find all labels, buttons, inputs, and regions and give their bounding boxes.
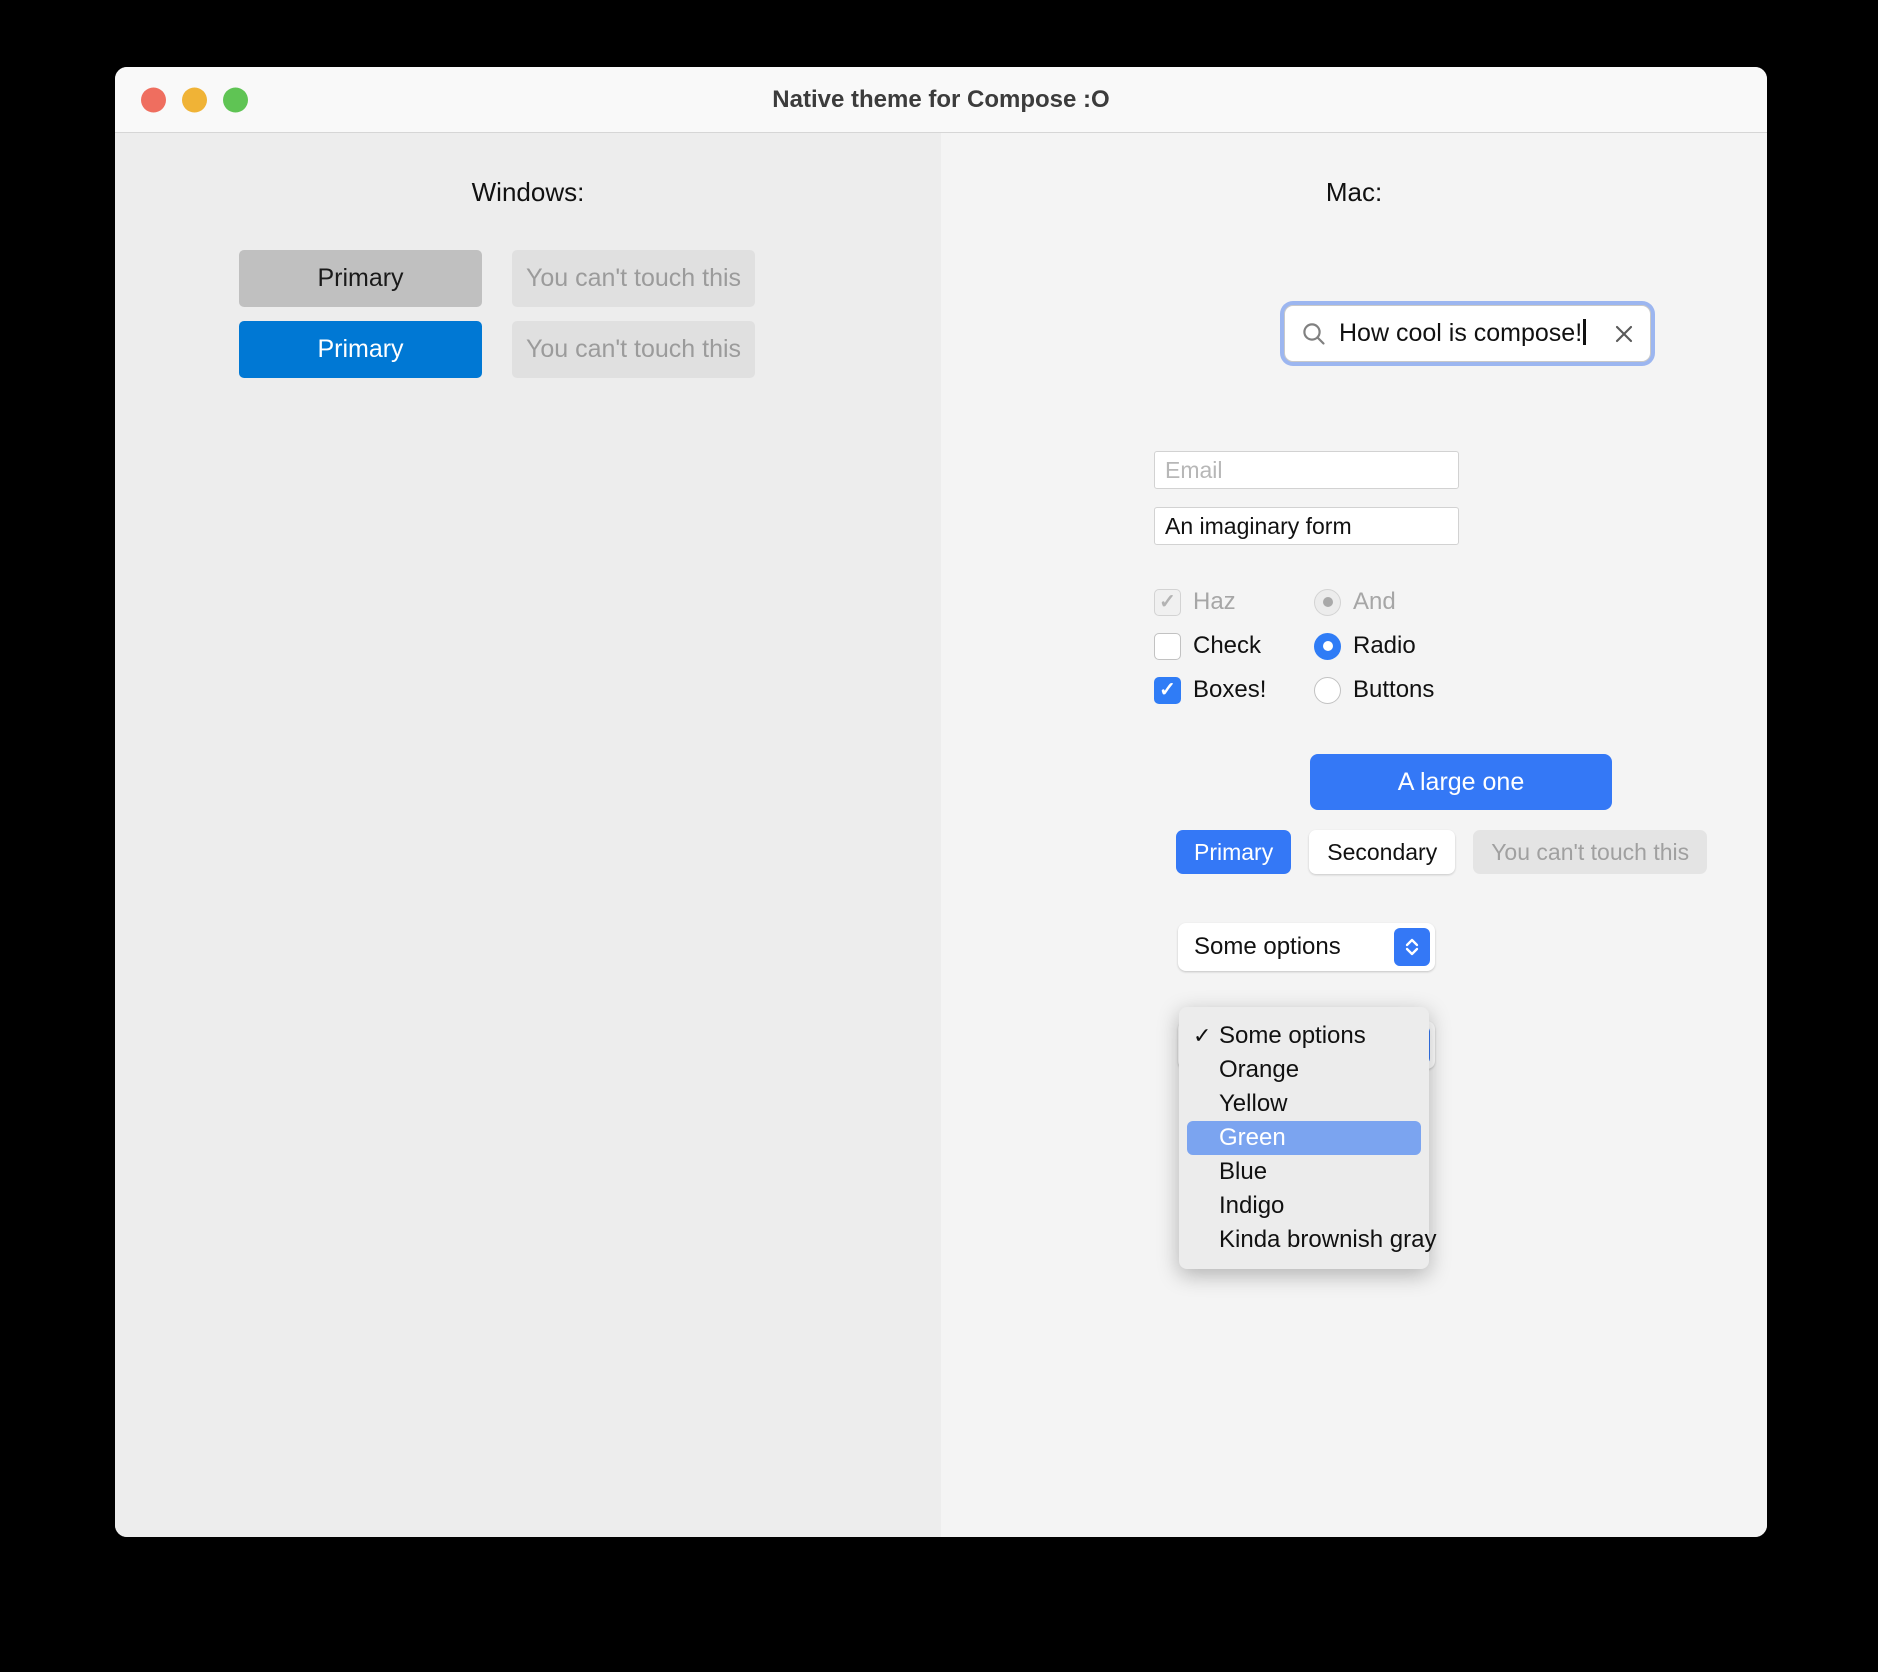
app-window: Native theme for Compose :O Windows: Pri…: [115, 67, 1767, 1537]
menu-item-label: Green: [1219, 1124, 1286, 1151]
mac-disabled-button: You can't touch this: [1473, 830, 1708, 874]
mac-primary-button[interactable]: Primary: [1176, 830, 1292, 874]
checkbox-boxes-label: Boxes!: [1193, 676, 1267, 703]
combo-box-primary-value: Some options: [1194, 933, 1341, 960]
mac-secondary-button[interactable]: Secondary: [1309, 830, 1456, 874]
mac-pane-heading: Mac:: [1325, 177, 1383, 207]
mac-button-row: Primary Secondary You can't touch this: [1176, 830, 1708, 874]
email-field-placeholder: Email: [1165, 456, 1223, 483]
window-content: Windows: Primary You can't touch this Pr…: [115, 133, 1767, 1537]
email-field[interactable]: Email: [1154, 451, 1459, 489]
windows-primary-button-blue[interactable]: Primary: [239, 321, 482, 378]
menu-item-some-options[interactable]: ✓ Some options: [1187, 1019, 1421, 1053]
search-input[interactable]: How cool is compose!: [1339, 319, 1612, 348]
windows-button-row-1: Primary You can't touch this: [239, 250, 755, 307]
search-icon: [1301, 321, 1327, 347]
windows-disabled-button-2: You can't touch this: [512, 321, 755, 378]
menu-item-green[interactable]: Green: [1187, 1121, 1421, 1155]
radio-and-label: And: [1353, 588, 1396, 615]
menu-item-label: Yellow: [1219, 1090, 1288, 1117]
checkbox-check[interactable]: Check: [1154, 632, 1314, 660]
mac-pane: Mac: How cool is compose! Email An imagi…: [941, 133, 1767, 1537]
windows-button-group: Primary You can't touch this Primary You…: [239, 250, 755, 392]
form-name-field[interactable]: An imaginary form: [1154, 507, 1459, 545]
large-action-button[interactable]: A large one: [1310, 754, 1612, 810]
radio-buttons[interactable]: Buttons: [1314, 676, 1434, 704]
menu-item-yellow[interactable]: Yellow: [1187, 1087, 1421, 1121]
checkbox-icon-checked-disabled: ✓: [1154, 588, 1181, 616]
windows-primary-button-gray[interactable]: Primary: [239, 250, 482, 307]
search-input-text: How cool is compose!: [1339, 319, 1583, 347]
window-titlebar: Native theme for Compose :O: [115, 67, 1767, 133]
menu-item-label: Some options: [1219, 1022, 1366, 1049]
radio-icon-selected-disabled: [1314, 588, 1341, 616]
window-title: Native theme for Compose :O: [772, 85, 1110, 113]
mac-search-field[interactable]: How cool is compose!: [1284, 305, 1651, 362]
checkbox-boxes[interactable]: ✓ Boxes!: [1154, 676, 1314, 704]
radio-icon-unselected[interactable]: [1314, 676, 1341, 704]
combo-box-primary[interactable]: Some options: [1178, 923, 1435, 971]
chevron-updown-icon: [1394, 928, 1430, 966]
text-caret: [1583, 319, 1587, 345]
checkbox-icon-unchecked[interactable]: [1154, 632, 1181, 660]
checkbox-icon-checked[interactable]: ✓: [1154, 676, 1181, 704]
checkbox-check-label: Check: [1193, 632, 1262, 659]
menu-item-label: Indigo: [1219, 1192, 1285, 1219]
dropdown-menu: ✓ Some options Orange Yellow Green Blue …: [1179, 1007, 1436, 1269]
menu-item-label: Orange: [1219, 1056, 1300, 1083]
form-name-field-value: An imaginary form: [1165, 512, 1352, 539]
menu-item-label: Blue: [1219, 1158, 1268, 1185]
check-icon: ✓: [1193, 1023, 1212, 1048]
windows-pane: Windows: Primary You can't touch this Pr…: [115, 133, 941, 1537]
radio-icon-selected[interactable]: [1314, 632, 1341, 660]
radio-radio-label: Radio: [1353, 632, 1416, 659]
windows-pane-heading: Windows:: [471, 177, 585, 207]
radio-radio[interactable]: Radio: [1314, 632, 1434, 660]
radio-buttons-label: Buttons: [1353, 676, 1435, 703]
menu-item-blue[interactable]: Blue: [1187, 1155, 1421, 1189]
menu-item-label: Kinda brownish gray: [1219, 1226, 1437, 1253]
radio-and: And: [1314, 588, 1434, 616]
windows-button-row-2: Primary You can't touch this: [239, 321, 755, 378]
mac-form-fields: Email An imaginary form: [1154, 451, 1459, 563]
windows-disabled-button-1: You can't touch this: [512, 250, 755, 307]
mac-choice-group: ✓ Haz And Check Radio ✓ Boxes! Buttons: [1154, 588, 1434, 704]
close-icon[interactable]: [1612, 322, 1636, 346]
menu-item-indigo[interactable]: Indigo: [1187, 1189, 1421, 1223]
menu-item-kinda-brownish-gray[interactable]: Kinda brownish gray: [1187, 1223, 1436, 1257]
checkbox-haz: ✓ Haz: [1154, 588, 1314, 616]
menu-item-orange[interactable]: Orange: [1187, 1053, 1421, 1087]
checkbox-haz-label: Haz: [1193, 588, 1236, 615]
